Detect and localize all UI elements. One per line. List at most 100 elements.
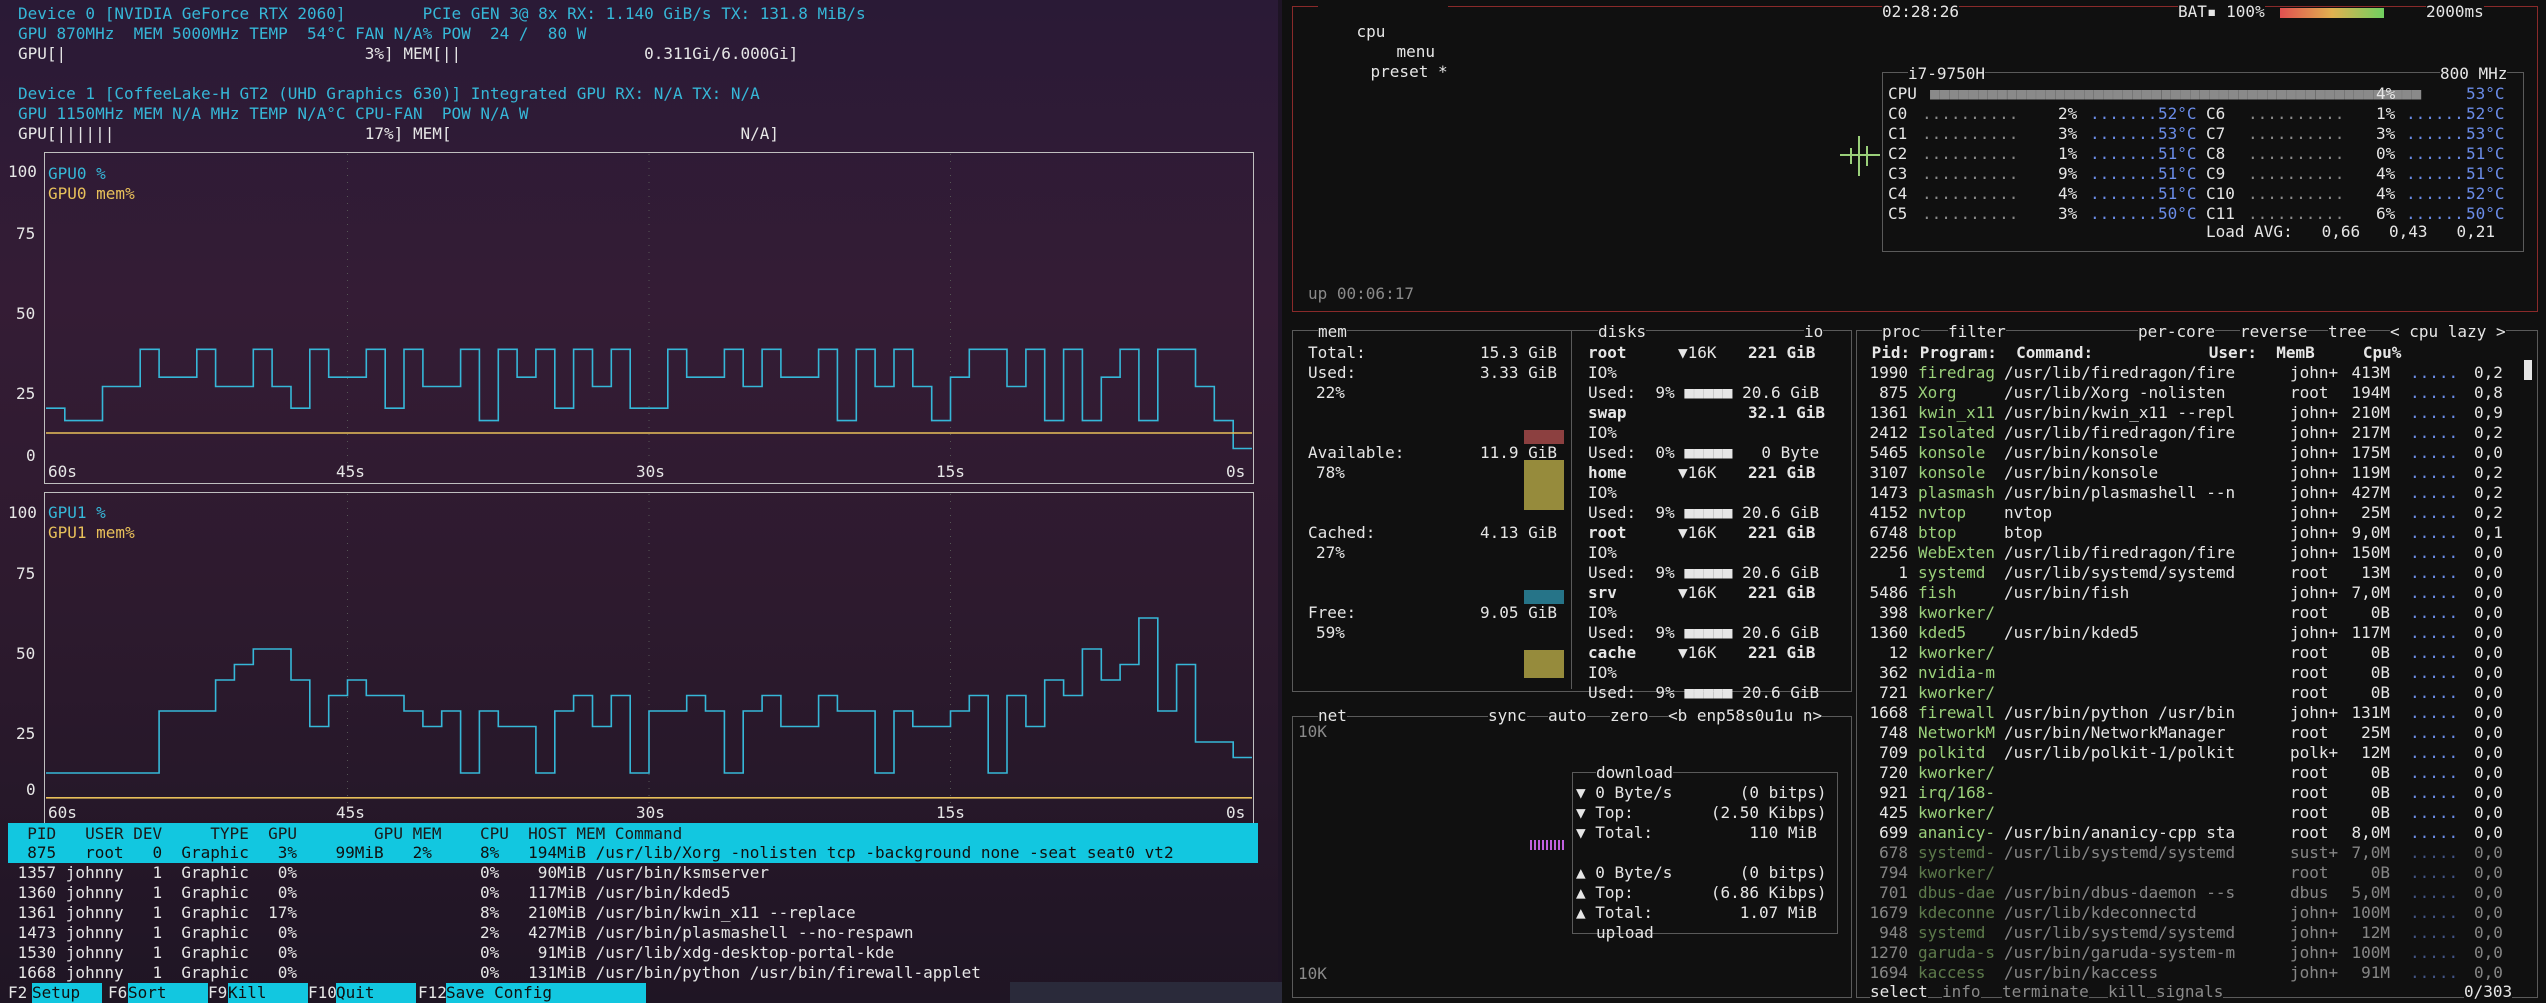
mem-available-label: Available: (1308, 443, 1405, 462)
proc-footer-kill[interactable]: kill (2108, 982, 2147, 1002)
fkey-quit[interactable]: Quit (336, 983, 416, 1003)
proc-cpu-graph: ..... (2410, 563, 2459, 582)
proc-sort[interactable]: < cpu lazy > (2390, 322, 2506, 342)
net-upload-label: upload (1596, 923, 1654, 942)
fkey-save-key[interactable]: F12 (418, 983, 447, 1003)
net-auto[interactable]: auto (1548, 706, 1587, 726)
proc-per-core[interactable]: per-core (2138, 322, 2216, 342)
proc-footer-terminate[interactable]: terminate (2002, 982, 2089, 1002)
process-row[interactable]: 1668 johnny 1 Graphic 0% 0% 131MiB /usr/… (8, 963, 981, 983)
update-interval[interactable]: 2000ms (2426, 2, 2484, 22)
fkey-setup-key[interactable]: F2 (8, 983, 27, 1003)
proc-mem: 0B (2370, 763, 2390, 782)
disks-title[interactable]: disks (1598, 322, 1647, 342)
mem-used: 3.33 GiB (1480, 363, 1558, 382)
proc-user: john+ (2290, 943, 2339, 962)
proc-pid: 5486 (1869, 583, 1908, 602)
battery-bar (2280, 8, 2384, 18)
proc-program: polkitd (1918, 743, 1986, 762)
fkey-kill[interactable]: Kill (228, 983, 308, 1003)
disk-io-label: IO% (1588, 423, 1617, 442)
process-table-header[interactable]: PID USER DEV TYPE GPU GPU MEM CPU HOST M… (8, 823, 1258, 845)
process-row-selected[interactable]: 875 root 0 Graphic 3% 99MiB 2% 8% 194MiB… (8, 843, 1258, 863)
disk-used: Used: 9% ■■■■■ 20.6 GiB (1588, 383, 1820, 402)
net-interface[interactable]: <b enp58s0u1u n> (1668, 706, 1823, 726)
proc-pid: 1990 (1869, 363, 1908, 382)
core-label: C8 (2206, 144, 2226, 163)
proc-program: kworker/ (1918, 763, 1996, 782)
proc-mem: 91M (2361, 963, 2390, 982)
proc-pid: 875 (1879, 383, 1908, 402)
proc-command: /usr/bin/ananicy-cpp sta (2004, 823, 2236, 842)
tab-menu[interactable]: menu (1397, 42, 1436, 61)
proc-cpu-graph: ..... (2410, 683, 2459, 702)
core-temp: 51°C (2158, 144, 2197, 163)
core-sparkline: ....... (2090, 164, 2158, 183)
proc-user: root (2290, 723, 2329, 742)
proc-user: john+ (2290, 903, 2339, 922)
proc-reverse[interactable]: reverse (2240, 322, 2308, 342)
proc-command: /usr/lib/polkit-1/polkit (2004, 743, 2236, 762)
proc-cpu: 0,0 (2474, 623, 2503, 642)
proc-mem: 119M (2351, 463, 2390, 482)
fkey-kill-key[interactable]: F9 (208, 983, 227, 1003)
proc-header[interactable]: Pid: Program: Command: User: MemB Cpu% (1862, 343, 2402, 363)
core-graph: .......... (2248, 144, 2364, 163)
proc-pid: 5465 (1869, 443, 1908, 462)
proc-cpu-graph: ..... (2410, 703, 2459, 722)
proc-cpu-graph: ..... (2410, 443, 2459, 462)
disk-name: srv (1588, 583, 1617, 602)
proc-cpu: 0,2 (2474, 363, 2503, 382)
process-row[interactable]: 1360 johnny 1 Graphic 0% 0% 117MiB /usr/… (8, 883, 731, 903)
net-sync[interactable]: sync (1488, 706, 1527, 726)
proc-program: kded5 (1918, 623, 1967, 642)
disk-size: 221 GiB (1748, 643, 1816, 662)
proc-mem: 117M (2351, 623, 2390, 642)
proc-tree[interactable]: tree (2328, 322, 2367, 342)
proc-program: konsole (1918, 443, 1986, 462)
proc-filter[interactable]: filter (1948, 322, 2006, 342)
proc-cpu: 0,0 (2474, 683, 2503, 702)
proc-footer-info[interactable]: info (1942, 982, 1981, 1002)
disk-io-label: IO% (1588, 483, 1617, 502)
fkey-setup[interactable]: Setup (32, 983, 102, 1003)
chart2-ytick: 100 (8, 503, 37, 522)
proc-footer-select[interactable]: select (1870, 982, 1928, 1002)
process-row[interactable]: 1361 johnny 1 Graphic 17% 8% 210MiB /usr… (8, 903, 856, 923)
core-graph: .......... (1922, 104, 2038, 123)
proc-scrollbar[interactable] (2524, 360, 2532, 380)
chart1-xtick: 15s (936, 462, 965, 481)
proc-cpu-graph: ..... (2410, 503, 2459, 522)
proc-mem: 210M (2351, 403, 2390, 422)
process-row[interactable]: 1473 johnny 1 Graphic 0% 2% 427MiB /usr/… (8, 923, 914, 943)
fkey-sort[interactable]: Sort (128, 983, 208, 1003)
proc-mem: 5,0M (2351, 883, 2390, 902)
process-row[interactable]: 1357 johnny 1 Graphic 0% 0% 90MiB /usr/b… (8, 863, 769, 883)
fkey-sort-key[interactable]: F6 (108, 983, 127, 1003)
proc-cpu-graph: ..... (2410, 963, 2459, 982)
proc-footer-signals[interactable]: signals (2156, 982, 2224, 1002)
tab-preset[interactable]: preset * (1371, 62, 1448, 81)
mem-title[interactable]: mem (1318, 322, 1347, 342)
fkey-quit-key[interactable]: F10 (308, 983, 337, 1003)
proc-command: /usr/bin/garuda-system-m (2004, 943, 2236, 962)
core-temp: 52°C (2158, 104, 2197, 123)
core-graph: .......... (1922, 124, 2038, 143)
cpu-total-temp: 53°C (2466, 84, 2505, 103)
fkey-save-config[interactable]: Save Config (446, 983, 646, 1003)
process-row[interactable]: 1530 johnny 1 Graphic 0% 0% 91MiB /usr/l… (8, 943, 895, 963)
io-toggle[interactable]: io (1804, 322, 1824, 342)
proc-cpu-graph: ..... (2410, 823, 2459, 842)
proc-pid: 709 (1879, 743, 1908, 762)
chart2-xtick: 45s (336, 803, 365, 822)
proc-program: kworker/ (1918, 803, 1996, 822)
load-average: Load AVG: 0,66 0,43 0,21 (2206, 222, 2495, 241)
proc-title[interactable]: proc (1882, 322, 1921, 342)
proc-cpu: 0,1 (2474, 523, 2503, 542)
proc-command: /usr/lib/systemd/systemd (2004, 923, 2236, 942)
mem-used-pct: 22% (1316, 383, 1345, 402)
disk-name: home (1588, 463, 1627, 482)
tab-cpu[interactable]: cpu (1357, 22, 1386, 41)
net-zero[interactable]: zero (1610, 706, 1649, 726)
proc-program: Xorg (1918, 383, 1957, 402)
